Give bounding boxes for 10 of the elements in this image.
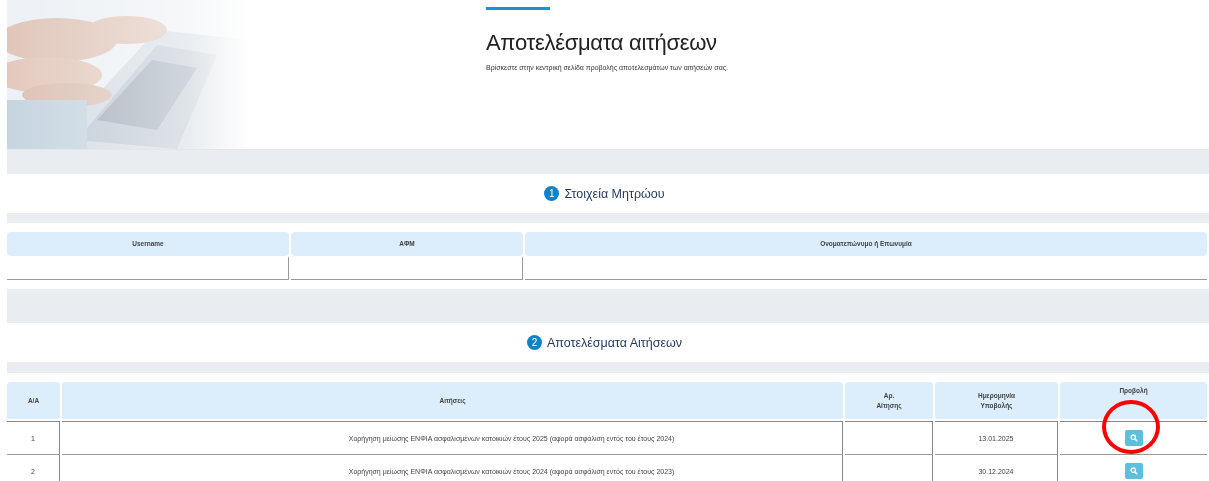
search-icon — [1129, 434, 1138, 442]
section-heading: Αποτελέσματα Αιτήσεων — [546, 335, 683, 350]
section-heading: Στοιχεία Μητρώου — [564, 186, 665, 201]
view-button[interactable] — [1124, 430, 1143, 446]
tab-indicator — [486, 7, 550, 10]
step-number: 1 — [544, 186, 560, 201]
page-title: Αποτελέσματα αιτήσεων — [486, 30, 718, 56]
search-icon — [1129, 467, 1138, 475]
step-number: 2 — [526, 335, 542, 350]
view-button[interactable] — [1124, 463, 1143, 479]
